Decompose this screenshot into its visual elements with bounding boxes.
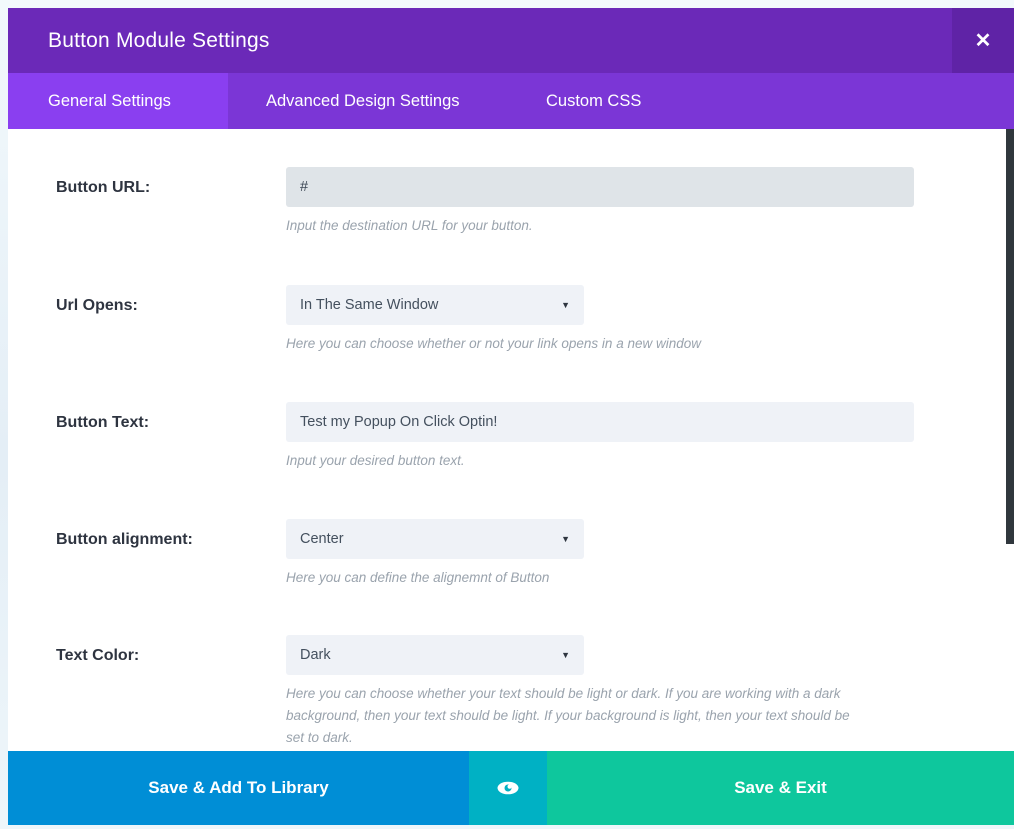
settings-tabbar: General Settings Advanced Design Setting… — [8, 73, 1014, 129]
eye-icon — [497, 781, 519, 795]
field-label-button-alignment: Button alignment: — [56, 530, 193, 548]
field-label-button-url: Button URL: — [56, 179, 151, 196]
button-url-input[interactable] — [286, 167, 914, 207]
field-desc-button-url: Input the destination URL for your butto… — [286, 218, 533, 233]
field-text-color: Text Color: Dark ▼ Here you can choose w… — [8, 635, 1014, 749]
save-exit-button[interactable]: Save & Exit — [547, 751, 1014, 825]
settings-body: Button URL: Input the destination URL fo… — [8, 129, 1014, 751]
field-desc-text-color: Here you can choose whether your text sh… — [286, 686, 850, 746]
preview-button[interactable] — [469, 751, 547, 825]
close-icon: ✕ — [974, 29, 992, 52]
field-button-alignment: Button alignment: Center ▼ Here you can … — [8, 518, 1014, 589]
field-desc-button-alignment: Here you can define the alignemnt of But… — [286, 569, 550, 585]
field-label-url-opens: Url Opens: — [56, 296, 138, 314]
text-color-select[interactable]: Dark ▼ — [286, 635, 584, 676]
scrollbar-thumb[interactable] — [1006, 129, 1014, 544]
general-settings-form: Button URL: Input the destination URL fo… — [8, 129, 1014, 749]
field-desc-url-opens: Here you can choose whether or not your … — [286, 335, 701, 351]
tab-general-settings[interactable]: General Settings — [8, 73, 228, 129]
field-control-text-color: Dark ▼ Here you can choose whether your … — [286, 635, 1014, 749]
field-desc-button-text: Input your desired button text. — [286, 452, 465, 468]
close-button[interactable]: ✕ — [952, 8, 1014, 73]
url-opens-select[interactable]: In The Same Window ▼ — [286, 284, 584, 325]
modal-footer: Save & Add To Library Save & Exit — [8, 751, 1014, 825]
modal-titlebar: Button Module Settings ✕ — [8, 8, 1014, 73]
button-alignment-select-value[interactable]: Center — [286, 518, 584, 559]
text-color-select-value[interactable]: Dark — [286, 635, 584, 676]
field-label-button-text: Button Text: — [56, 413, 150, 431]
url-opens-select-value[interactable]: In The Same Window — [286, 284, 584, 325]
save-add-to-library-button[interactable]: Save & Add To Library — [8, 751, 469, 825]
tab-advanced-design-settings[interactable]: Advanced Design Settings — [228, 73, 513, 129]
tab-custom-css[interactable]: Custom CSS — [513, 73, 641, 129]
field-button-url: Button URL: Input the destination URL fo… — [8, 167, 1014, 237]
field-control-button-url: Input the destination URL for your butto… — [286, 167, 1014, 237]
field-button-text: Button Text: Input your desired button t… — [8, 401, 1014, 472]
field-control-url-opens: In The Same Window ▼ Here you can choose… — [286, 284, 1014, 355]
button-module-settings-modal: Button Module Settings ✕ General Setting… — [8, 8, 1014, 825]
button-alignment-select[interactable]: Center ▼ — [286, 518, 584, 559]
field-control-button-text: Input your desired button text. — [286, 401, 1014, 472]
field-label-text-color: Text Color: — [56, 647, 140, 665]
modal-title: Button Module Settings — [48, 28, 270, 52]
vertical-scrollbar[interactable] — [1006, 129, 1014, 751]
field-control-button-alignment: Center ▼ Here you can define the alignem… — [286, 518, 1014, 589]
field-url-opens: Url Opens: In The Same Window ▼ Here you… — [8, 284, 1014, 355]
button-text-input[interactable] — [286, 401, 914, 442]
